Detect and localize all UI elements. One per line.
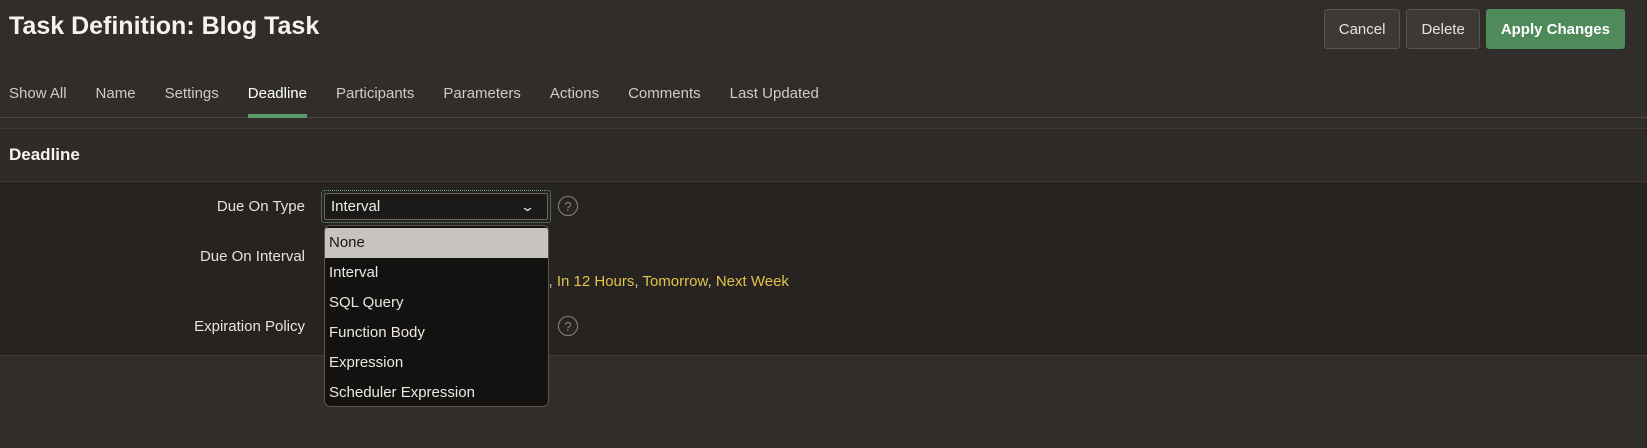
tab-deadline[interactable]: Deadline (247, 76, 308, 118)
page-title: Task Definition: Blog Task (9, 12, 320, 40)
due-on-type-value: Interval (331, 198, 381, 215)
tab-show-all[interactable]: Show All (9, 76, 67, 118)
chevron-down-icon: ⌄ (519, 198, 536, 214)
expiration-policy-label: Expiration Policy (194, 318, 305, 335)
option-expression[interactable]: Expression (325, 348, 548, 378)
tab-settings[interactable]: Settings (165, 76, 219, 118)
tab-parameters[interactable]: Parameters (443, 76, 521, 118)
header-actions: Cancel Delete Apply Changes (1323, 9, 1625, 49)
option-sql-query[interactable]: SQL Query (325, 288, 548, 318)
expiration-policy-help-icon[interactable]: ? (558, 316, 578, 336)
delete-button[interactable]: Delete (1406, 9, 1480, 49)
quick-pick-next-week[interactable]: Next Week (716, 273, 789, 290)
cancel-button[interactable]: Cancel (1323, 9, 1401, 49)
option-none[interactable]: None (325, 228, 548, 258)
due-on-type-label: Due On Type (216, 198, 305, 215)
quick-pick-tomorrow[interactable]: Tomorrow (642, 273, 707, 290)
due-on-interval-label: Due On Interval (199, 248, 305, 265)
tab-last-updated[interactable]: Last Updated (730, 76, 819, 118)
tab-actions[interactable]: Actions (550, 76, 599, 118)
tab-comments[interactable]: Comments (628, 76, 701, 118)
tab-bar: Show All Name Settings Deadline Particip… (0, 76, 1647, 118)
page: Task Definition: Blog Task Cancel Delete… (0, 0, 1647, 448)
due-on-type-dropdown-list: None Interval SQL Query Function Body Ex… (324, 225, 549, 407)
region-title: Deadline (9, 145, 80, 164)
due-on-type-help-icon[interactable]: ? (558, 196, 578, 216)
due-on-type-select[interactable]: Interval ⌄ (324, 193, 548, 220)
due-on-interval-quick-picks: rs, In 12 Hours, Tomorrow, Next Week (536, 273, 789, 290)
quick-pick-12-hours[interactable]: In 12 Hours (557, 273, 635, 290)
region-header: Deadline (0, 129, 1647, 182)
due-on-type-select-focus: Interval ⌄ (321, 190, 551, 223)
option-function-body[interactable]: Function Body (325, 318, 548, 348)
apply-changes-button[interactable]: Apply Changes (1485, 9, 1625, 49)
tab-name[interactable]: Name (96, 76, 136, 118)
option-scheduler-expression[interactable]: Scheduler Expression (325, 378, 548, 406)
option-interval[interactable]: Interval (325, 258, 548, 288)
tab-participants[interactable]: Participants (336, 76, 414, 118)
